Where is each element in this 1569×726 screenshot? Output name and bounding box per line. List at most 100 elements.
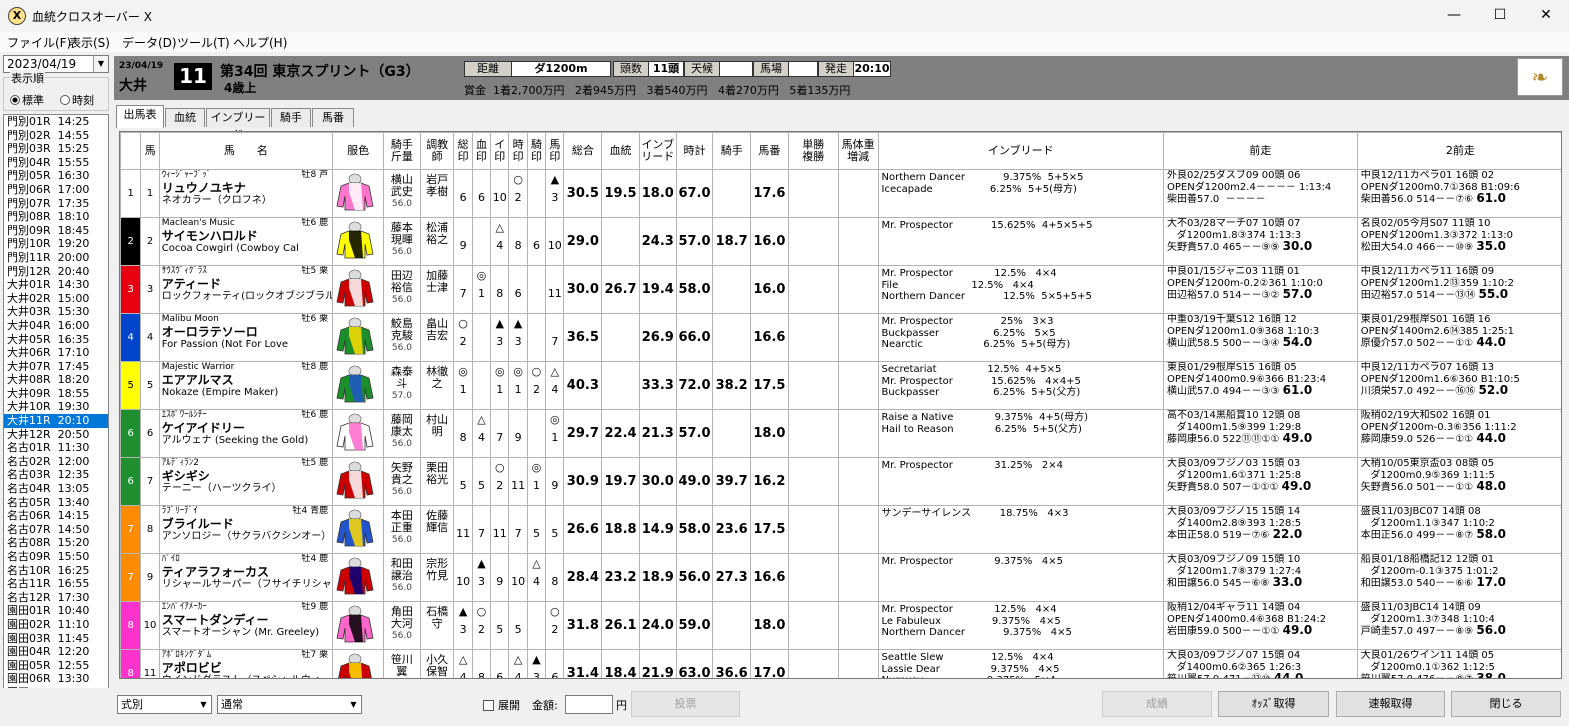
mark-cell[interactable]: 7 bbox=[545, 313, 565, 362]
horse-name[interactable]: ケイアイドリー bbox=[160, 421, 331, 435]
amount-input[interactable] bbox=[565, 695, 613, 714]
mark-cell[interactable]: 10 bbox=[508, 553, 528, 602]
mark-cell[interactable]: 9 bbox=[545, 457, 565, 506]
mark-cell[interactable]: 5 bbox=[545, 505, 565, 554]
mark-cell[interactable]: ▲ 3 bbox=[490, 313, 510, 362]
previous-race-1[interactable]: 外良02/25ダスブ09 00頭 06 OPENダ1200m2.4－－－－ 1:… bbox=[1163, 169, 1358, 218]
horse-name[interactable]: スマートダンディー bbox=[160, 613, 331, 627]
menu-view[interactable]: 表示(S) bbox=[69, 34, 110, 51]
race-list-item[interactable]: 大井01R 14:30 bbox=[4, 278, 108, 292]
vote-button[interactable]: 投票 bbox=[631, 691, 740, 717]
horse-name[interactable]: アポロビビ bbox=[160, 661, 331, 675]
race-list-item[interactable]: 大井10R 19:30 bbox=[4, 400, 108, 414]
column-header[interactable]: 時計 bbox=[675, 132, 714, 170]
mark-cell[interactable] bbox=[526, 601, 547, 650]
race-list-item[interactable]: 門別12R 20:40 bbox=[4, 265, 108, 279]
mark-cell[interactable]: ▲ 3 bbox=[526, 649, 547, 678]
race-list-item[interactable]: 名古10R 16:25 bbox=[4, 564, 108, 578]
mark-cell[interactable]: 5 bbox=[508, 601, 528, 650]
horse-name-cell[interactable]: ｱﾙﾃﾞｨﾗﾝ2 牡5 鹿ギシギシ テーニー（ハーツクライ） bbox=[158, 457, 334, 506]
previous-race-1[interactable]: 中重03/19千葉S12 16頭 12 OPENダ1200m1.0⑨368 1:… bbox=[1163, 313, 1358, 362]
mark-cell[interactable]: 8 bbox=[453, 409, 473, 458]
race-list-item[interactable]: 大井09R 18:55 bbox=[4, 387, 108, 401]
expand-checkbox[interactable]: 展開 bbox=[483, 697, 520, 713]
previous-race-2[interactable]: 大良01/26ウイン11 14頭 05 ダ1200m0.1①362 1:12:5… bbox=[1356, 649, 1561, 678]
previous-race-1[interactable]: 大不03/28マーチ07 10頭 07 ダ1200m1.8③374 1:13:3… bbox=[1163, 217, 1358, 266]
table-row[interactable]: 5 5 Majestic Warrior 牡8 鹿エアアルマス Nokaze (Empi… bbox=[120, 361, 1561, 410]
mark-cell[interactable]: ○ 2 bbox=[453, 313, 473, 362]
race-list-item[interactable]: 名古03R 12:35 bbox=[4, 468, 108, 482]
column-header[interactable]: 馬番 bbox=[750, 132, 789, 170]
column-header[interactable]: 馬 印 bbox=[545, 132, 565, 170]
mark-cell[interactable]: 5 bbox=[471, 457, 492, 506]
race-list-item[interactable]: 名古12R 17:30 bbox=[4, 591, 108, 605]
column-header[interactable]: 時 印 bbox=[508, 132, 528, 170]
menu-file[interactable]: ファイル(F) bbox=[7, 34, 71, 51]
race-list-item[interactable]: 門別04R 15:55 bbox=[4, 156, 108, 170]
mark-cell[interactable]: ○ 2 bbox=[508, 169, 528, 218]
column-header[interactable]: イ 印 bbox=[490, 132, 510, 170]
mark-cell[interactable]: 8 bbox=[490, 265, 510, 314]
mark-cell[interactable] bbox=[471, 313, 492, 362]
mark-cell[interactable]: 6 bbox=[508, 265, 528, 314]
menu-help[interactable]: ヘルプ(H) bbox=[233, 34, 287, 51]
mark-cell[interactable]: 8 bbox=[508, 217, 528, 266]
mark-cell[interactable]: 11 bbox=[490, 505, 510, 554]
get-odds-button[interactable]: ｵｯｽﾞ取得 bbox=[1218, 691, 1329, 717]
mark-cell[interactable]: 10 bbox=[490, 169, 510, 218]
mark-cell[interactable]: ◎ 1 bbox=[490, 361, 510, 410]
race-list-item[interactable]: 門別06R 17:00 bbox=[4, 183, 108, 197]
mark-cell[interactable]: 6 bbox=[545, 649, 565, 678]
column-header[interactable]: 馬体重 増減 bbox=[837, 132, 879, 170]
column-header[interactable]: 馬 bbox=[140, 132, 160, 170]
horse-name-cell[interactable]: ｻｳｽｳﾞｨｸﾞﾗｽ 牡5 栗アティードロックフォーティ(ロックオブジブラルタル) bbox=[158, 265, 334, 314]
race-list-item[interactable]: 大井04R 16:00 bbox=[4, 319, 108, 333]
results-button[interactable]: 成績 bbox=[1102, 691, 1212, 717]
race-list-item[interactable]: 門別07R 17:35 bbox=[4, 197, 108, 211]
race-list-item[interactable]: 門別01R 14:25 bbox=[4, 115, 108, 129]
race-list-item[interactable]: 門別10R 19:20 bbox=[4, 237, 108, 251]
mark-cell[interactable]: 5 bbox=[453, 457, 473, 506]
tab-jockey[interactable]: 騎手 bbox=[271, 108, 311, 127]
sort-standard-radio[interactable]: 標準 bbox=[10, 92, 44, 108]
previous-race-2[interactable]: 名良02/05今月S07 11頭 10 OPENダ1200m1.3③372 1:… bbox=[1356, 217, 1561, 266]
race-list-item[interactable]: 園田03R 11:45 bbox=[4, 632, 108, 646]
race-list-item[interactable]: 名古09R 15:50 bbox=[4, 550, 108, 564]
column-header[interactable]: 血統 bbox=[601, 132, 640, 170]
tab-pedigree[interactable]: 血統 bbox=[165, 108, 205, 127]
mark-cell[interactable]: 11 bbox=[453, 505, 473, 554]
race-list-item[interactable]: 名古08R 15:20 bbox=[4, 536, 108, 550]
previous-race-1[interactable]: 大良03/09フジノ03 15頭 03 ダ1200m1.6①371 1:25:8… bbox=[1163, 457, 1358, 506]
horse-name[interactable]: サイモンハロルド bbox=[160, 229, 331, 243]
table-row[interactable]: 4 4 Malibu Moon 牡6 栗オーロラテソーロ For Passion (No… bbox=[120, 313, 1561, 362]
previous-race-1[interactable]: 大良03/09フジノ15 15頭 14 ダ1400m2.8⑨393 1:28:5… bbox=[1163, 505, 1358, 554]
race-list-item[interactable]: 園田06R 13:30 bbox=[4, 672, 108, 686]
race-list-item[interactable]: 名古02R 12:00 bbox=[4, 455, 108, 469]
race-list-item[interactable]: 大井05R 16:35 bbox=[4, 333, 108, 347]
mark-cell[interactable]: ○ 2 bbox=[471, 601, 492, 650]
column-header[interactable]: インブ リード bbox=[638, 132, 677, 170]
horse-name-cell[interactable]: ｱﾎﾟﾛｷﾝｸﾞﾀﾞﾑ 牡7 栗アポロビビウインドグラスト（スペシャルウィーク） bbox=[158, 649, 334, 678]
mark-cell[interactable] bbox=[526, 313, 547, 362]
race-list-item[interactable]: 園田02R 11:10 bbox=[4, 618, 108, 632]
race-list-item[interactable]: 名古01R 11:30 bbox=[4, 441, 108, 455]
race-list-item[interactable]: 門別09R 18:45 bbox=[4, 224, 108, 238]
previous-race-2[interactable]: 船良01/18船橋記12 12頭 01 ダ1200m-0.1③375 1:01:… bbox=[1356, 553, 1561, 602]
horse-name-cell[interactable]: Malibu Moon 牡6 栗オーロラテソーロ For Passion (Not … bbox=[158, 313, 334, 362]
table-row[interactable]: 79ﾊﾟｲﾛ牡4 鹿ティアラフォーカスリシャールサーパー（フサイチリシャール）和… bbox=[120, 553, 1561, 602]
mark-cell[interactable]: ▲ 3 bbox=[471, 553, 492, 602]
table-row[interactable]: 6 7 ｱﾙﾃﾞｨﾗﾝ2 牡5 鹿ギシギシ テーニー（ハーツクライ） 矢野 貴之 56.0 栗… bbox=[120, 457, 1561, 506]
race-list-item[interactable]: 大井02R 15:00 bbox=[4, 292, 108, 306]
close-window-button[interactable]: ✕ bbox=[1523, 0, 1569, 32]
previous-race-2[interactable]: 阪稍02/19大和S02 16頭 01 OPENダ1200m-0.3⑥356 1… bbox=[1356, 409, 1561, 458]
race-list-item[interactable]: 名古06R 14:15 bbox=[4, 509, 108, 523]
mark-cell[interactable]: △ 4 bbox=[471, 409, 492, 458]
race-list-item[interactable]: 門別03R 15:25 bbox=[4, 142, 108, 156]
mark-cell[interactable]: ◎ 1 bbox=[526, 457, 547, 506]
mark-cell[interactable]: 10 bbox=[545, 217, 565, 266]
mark-cell[interactable]: 10 bbox=[453, 553, 473, 602]
horse-name[interactable]: アティード bbox=[160, 277, 331, 291]
column-header[interactable]: 馬 名 bbox=[158, 132, 334, 170]
mark-cell[interactable] bbox=[471, 361, 492, 410]
race-list-item[interactable]: 園田01R 10:40 bbox=[4, 604, 108, 618]
